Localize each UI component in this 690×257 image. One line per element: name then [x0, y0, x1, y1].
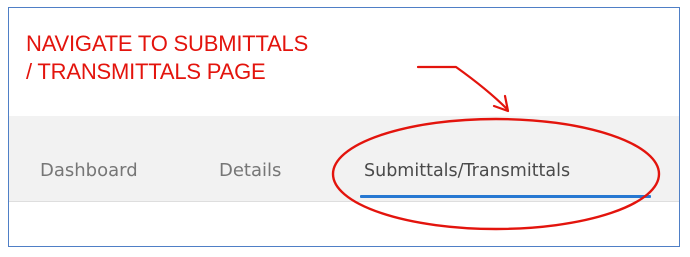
- annotation-line-2: / TRANSMITTALS PAGE: [26, 59, 266, 84]
- active-tab-underline: [360, 195, 651, 198]
- annotation-line-1: NAVIGATE TO SUBMITTALS: [26, 31, 309, 56]
- tab-dashboard[interactable]: Dashboard: [40, 160, 138, 182]
- tab-submittals-transmittals[interactable]: Submittals/Transmittals: [364, 160, 570, 182]
- tab-details[interactable]: Details: [219, 160, 281, 182]
- annotation-callout: NAVIGATE TO SUBMITTALS / TRANSMITTALS PA…: [26, 30, 308, 86]
- tab-navigation-bar: Dashboard Details Submittals/Transmittal…: [9, 116, 679, 202]
